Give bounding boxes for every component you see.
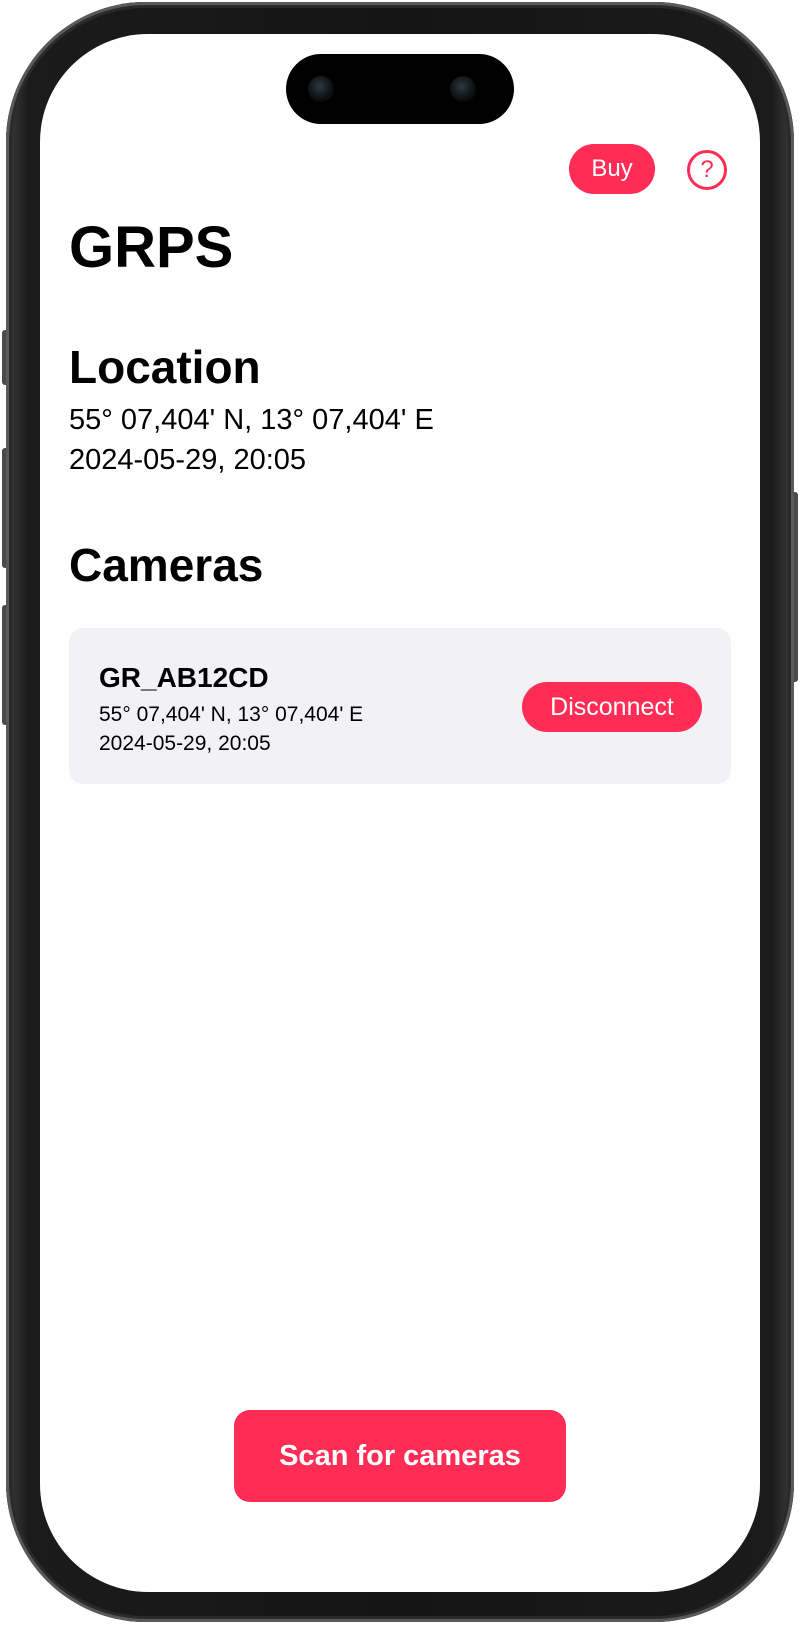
location-heading: Location [69,341,261,393]
device-mockup: Buy ? GRPS Location 55° 07,404' N, 13° 0… [0,0,800,1626]
help-icon[interactable]: ? [687,150,727,190]
camera-name: GR_AB12CD [99,662,269,693]
location-timestamp: 2024-05-29, 20:05 [69,444,307,476]
sensor-icon [450,76,476,102]
camera-coordinates: 55° 07,404' N, 13° 07,404' E [99,703,364,726]
cameras-heading: Cameras [69,539,264,591]
camera-timestamp: 2024-05-29, 20:05 [99,732,271,755]
buy-button[interactable]: Buy [569,144,655,194]
camera-card[interactable]: GR_AB12CD 55° 07,404' N, 13° 07,404' E 2… [69,628,731,784]
scan-for-cameras-button[interactable]: Scan for cameras [234,1410,566,1502]
disconnect-button[interactable]: Disconnect [522,682,702,732]
page-title: GRPS [69,215,234,280]
dynamic-island [286,54,514,124]
location-coordinates: 55° 07,404' N, 13° 07,404' E [69,404,434,436]
app-screen: Buy ? GRPS Location 55° 07,404' N, 13° 0… [40,34,760,1592]
front-camera-icon [308,76,334,102]
